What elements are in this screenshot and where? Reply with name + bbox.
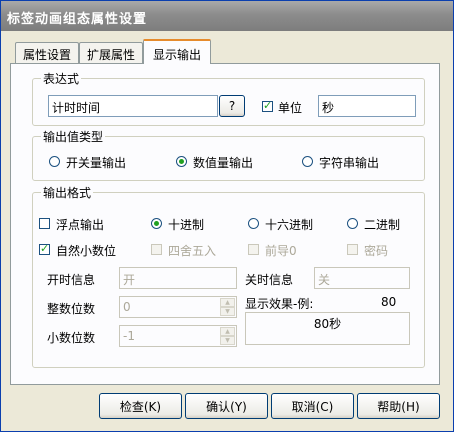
decimal-digits-label: 小数位数: [47, 331, 96, 345]
unit-label: 单位: [278, 101, 303, 115]
tab-display-output[interactable]: 显示输出: [143, 39, 211, 64]
preview-result: 80秒: [313, 317, 342, 331]
tab-extended-attributes[interactable]: 扩展属性: [79, 42, 143, 63]
float-output-label: 浮点输出: [56, 218, 105, 232]
preview-example: 80: [381, 295, 397, 309]
cancel-button-label: 取消(C): [291, 400, 334, 414]
radio-numeric-output[interactable]: [176, 156, 187, 167]
password-label: 密码: [364, 244, 389, 258]
round-label: 四舍五入: [168, 244, 217, 258]
leading-zero-label: 前导0: [265, 244, 297, 258]
unit-checkbox[interactable]: [262, 99, 273, 112]
round-checkbox[interactable]: [151, 244, 162, 255]
tab-label: 扩展属性: [86, 48, 135, 62]
preview-display: 80秒: [245, 312, 410, 345]
ok-button-label: 确认(Y): [206, 400, 247, 414]
unit-value: 秒: [322, 101, 335, 115]
on-info-label: 开时信息: [47, 273, 96, 287]
float-output-checkbox[interactable]: [39, 218, 50, 229]
radio-switch-output[interactable]: [49, 156, 60, 167]
int-digits-spinner[interactable]: ▲ ▼: [220, 298, 235, 316]
cancel-button[interactable]: 取消(C): [271, 393, 354, 419]
tab-label: 属性设置: [22, 48, 71, 62]
expression-browse-button[interactable]: ?: [219, 95, 245, 117]
radio-string-output[interactable]: [302, 156, 313, 167]
expression-group-title: 表达式: [41, 70, 82, 87]
expression-input[interactable]: 计时时间: [48, 95, 218, 117]
radio-hexadecimal[interactable]: [248, 218, 259, 229]
check-button-label: 检查(K): [119, 400, 162, 414]
output-type-group-title: 输出值类型: [41, 128, 106, 145]
leading-zero-checkbox[interactable]: [248, 244, 259, 255]
tab-panel: 表达式 计时时间 ? 单位 秒 输出值类型 开关量输出 数值量输出 字符串输出: [10, 63, 440, 385]
spin-up-icon[interactable]: ▲: [220, 327, 235, 336]
off-info-input[interactable]: 关: [314, 267, 410, 289]
tab-label: 显示输出: [152, 48, 201, 62]
off-info-value: 关: [318, 273, 331, 287]
hexadecimal-label: 十六进制: [265, 218, 314, 232]
output-format-group-title: 输出格式: [41, 184, 94, 201]
expression-value: 计时时间: [52, 101, 101, 115]
spin-up-icon[interactable]: ▲: [220, 298, 235, 307]
switch-output-label: 开关量输出: [66, 156, 127, 170]
int-digits-label: 整数位数: [47, 302, 96, 316]
decimal-digits-spinner[interactable]: ▲ ▼: [220, 327, 235, 345]
expression-group: 表达式 计时时间 ? 单位 秒: [32, 70, 425, 126]
natural-decimal-checkbox[interactable]: [39, 242, 50, 255]
decimal-digits-value: -1: [123, 329, 135, 343]
radio-binary[interactable]: [347, 218, 358, 229]
int-digits-stepper[interactable]: 0 ▲ ▼: [119, 296, 237, 318]
int-digits-value: 0: [123, 300, 131, 314]
unit-input[interactable]: 秒: [318, 95, 416, 117]
on-info-input[interactable]: 开: [119, 267, 237, 289]
help-button[interactable]: 帮助(H): [357, 393, 440, 419]
string-output-label: 字符串输出: [319, 156, 380, 170]
browse-label: ?: [228, 99, 236, 113]
ok-button[interactable]: 确认(Y): [185, 393, 268, 419]
output-format-group: 输出格式 浮点输出 十进制 十六进制 二进制 自然小数位 四舍五入 前导0 密码…: [32, 184, 425, 368]
radio-decimal[interactable]: [151, 218, 162, 229]
tab-attribute-settings[interactable]: 属性设置: [15, 42, 79, 63]
spin-down-icon[interactable]: ▼: [220, 307, 235, 316]
dialog-window: 标签动画组态属性设置 属性设置 扩展属性 显示输出 表达式 计时时间 ? 单位 …: [0, 0, 454, 432]
output-type-group: 输出值类型 开关量输出 数值量输出 字符串输出: [32, 128, 425, 181]
on-info-value: 开: [123, 273, 136, 287]
decimal-digits-stepper[interactable]: -1 ▲ ▼: [119, 325, 237, 347]
window-title: 标签动画组态属性设置: [7, 12, 148, 27]
natural-decimal-label: 自然小数位: [56, 244, 117, 258]
help-button-label: 帮助(H): [377, 400, 420, 414]
preview-label: 显示效果-例:: [245, 297, 314, 311]
decimal-label: 十进制: [168, 218, 205, 232]
numeric-output-label: 数值量输出: [193, 156, 254, 170]
spin-down-icon[interactable]: ▼: [220, 336, 235, 345]
title-bar[interactable]: 标签动画组态属性设置: [1, 1, 453, 31]
off-info-label: 关时信息: [245, 273, 294, 287]
binary-label: 二进制: [364, 218, 401, 232]
check-button[interactable]: 检查(K): [99, 393, 182, 419]
password-checkbox[interactable]: [347, 244, 358, 255]
